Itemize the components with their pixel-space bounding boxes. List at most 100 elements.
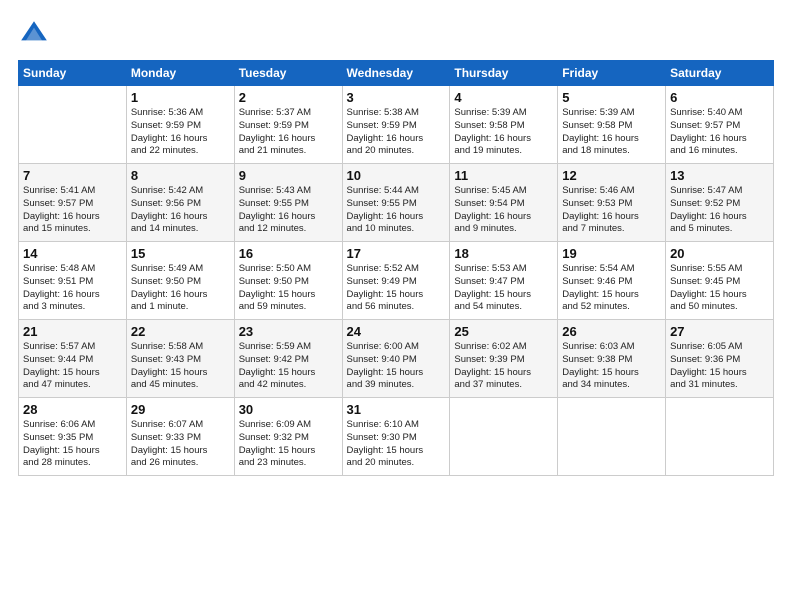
day-number: 21	[23, 324, 122, 339]
day-number: 9	[239, 168, 338, 183]
cell-content: Sunrise: 5:49 AM Sunset: 9:50 PM Dayligh…	[131, 263, 230, 314]
cell-content: Sunrise: 5:52 AM Sunset: 9:49 PM Dayligh…	[347, 263, 446, 314]
cell-content: Sunrise: 6:10 AM Sunset: 9:30 PM Dayligh…	[347, 419, 446, 470]
cell-content: Sunrise: 5:37 AM Sunset: 9:59 PM Dayligh…	[239, 107, 338, 158]
day-number: 13	[670, 168, 769, 183]
calendar-cell: 26 Sunrise: 6:03 AM Sunset: 9:38 PM Dayli…	[558, 320, 666, 398]
day-number: 4	[454, 90, 553, 105]
cell-content: Sunrise: 5:57 AM Sunset: 9:44 PM Dayligh…	[23, 341, 122, 392]
calendar-cell: 12Sunrise: 5:46 AM Sunset: 9:53 PM Dayli…	[558, 164, 666, 242]
col-header-monday: Monday	[126, 61, 234, 86]
cell-content: Sunrise: 5:42 AM Sunset: 9:56 PM Dayligh…	[131, 185, 230, 236]
week-row-2: 7 Sunrise: 5:41 AM Sunset: 9:57 PM Daylig…	[19, 164, 774, 242]
cell-content: Sunrise: 5:48 AM Sunset: 9:51 PM Dayligh…	[23, 263, 122, 314]
day-number: 7	[23, 168, 122, 183]
calendar-cell: 15 Sunrise: 5:49 AM Sunset: 9:50 PM Dayli…	[126, 242, 234, 320]
day-number: 6	[670, 90, 769, 105]
day-number: 16	[239, 246, 338, 261]
calendar-cell: 17 Sunrise: 5:52 AM Sunset: 9:49 PM Dayli…	[342, 242, 450, 320]
day-number: 23	[239, 324, 338, 339]
calendar-cell: 25 Sunrise: 6:02 AM Sunset: 9:39 PM Dayli…	[450, 320, 558, 398]
calendar-cell: 29 Sunrise: 6:07 AM Sunset: 9:33 PM Dayli…	[126, 398, 234, 476]
page: SundayMondayTuesdayWednesdayThursdayFrid…	[0, 0, 792, 486]
calendar-cell: 16 Sunrise: 5:50 AM Sunset: 9:50 PM Dayli…	[234, 242, 342, 320]
day-number: 17	[347, 246, 446, 261]
calendar-cell: 31 Sunrise: 6:10 AM Sunset: 9:30 PM Dayli…	[342, 398, 450, 476]
calendar-cell: 21 Sunrise: 5:57 AM Sunset: 9:44 PM Dayli…	[19, 320, 127, 398]
day-number: 26	[562, 324, 661, 339]
day-number: 25	[454, 324, 553, 339]
day-number: 15	[131, 246, 230, 261]
calendar-cell: 2 Sunrise: 5:37 AM Sunset: 9:59 PM Daylig…	[234, 86, 342, 164]
calendar-cell	[450, 398, 558, 476]
calendar-cell: 24 Sunrise: 6:00 AM Sunset: 9:40 PM Dayli…	[342, 320, 450, 398]
week-row-5: 28 Sunrise: 6:06 AM Sunset: 9:35 PM Dayli…	[19, 398, 774, 476]
col-header-thursday: Thursday	[450, 61, 558, 86]
day-number: 11	[454, 168, 553, 183]
day-number: 19	[562, 246, 661, 261]
calendar-cell: 14 Sunrise: 5:48 AM Sunset: 9:51 PM Dayli…	[19, 242, 127, 320]
week-row-4: 21 Sunrise: 5:57 AM Sunset: 9:44 PM Dayli…	[19, 320, 774, 398]
calendar-cell: 27 Sunrise: 6:05 AM Sunset: 9:36 PM Dayli…	[666, 320, 774, 398]
day-number: 18	[454, 246, 553, 261]
cell-content: Sunrise: 6:07 AM Sunset: 9:33 PM Dayligh…	[131, 419, 230, 470]
header	[18, 18, 774, 50]
col-header-sunday: Sunday	[19, 61, 127, 86]
cell-content: Sunrise: 6:02 AM Sunset: 9:39 PM Dayligh…	[454, 341, 553, 392]
cell-content: Sunrise: 5:39 AM Sunset: 9:58 PM Dayligh…	[562, 107, 661, 158]
day-number: 20	[670, 246, 769, 261]
cell-content: Sunrise: 5:47 AM Sunset: 9:52 PM Dayligh…	[670, 185, 769, 236]
cell-content: Sunrise: 5:44 AM Sunset: 9:55 PM Dayligh…	[347, 185, 446, 236]
day-number: 2	[239, 90, 338, 105]
calendar-cell: 7 Sunrise: 5:41 AM Sunset: 9:57 PM Daylig…	[19, 164, 127, 242]
cell-content: Sunrise: 6:05 AM Sunset: 9:36 PM Dayligh…	[670, 341, 769, 392]
cell-content: Sunrise: 6:09 AM Sunset: 9:32 PM Dayligh…	[239, 419, 338, 470]
col-header-friday: Friday	[558, 61, 666, 86]
calendar-cell: 22Sunrise: 5:58 AM Sunset: 9:43 PM Dayli…	[126, 320, 234, 398]
calendar-cell: 9 Sunrise: 5:43 AM Sunset: 9:55 PM Daylig…	[234, 164, 342, 242]
col-header-tuesday: Tuesday	[234, 61, 342, 86]
cell-content: Sunrise: 5:45 AM Sunset: 9:54 PM Dayligh…	[454, 185, 553, 236]
calendar-table: SundayMondayTuesdayWednesdayThursdayFrid…	[18, 60, 774, 476]
day-number: 31	[347, 402, 446, 417]
day-number: 28	[23, 402, 122, 417]
day-number: 29	[131, 402, 230, 417]
day-number: 8	[131, 168, 230, 183]
cell-content: Sunrise: 5:55 AM Sunset: 9:45 PM Dayligh…	[670, 263, 769, 314]
cell-content: Sunrise: 5:41 AM Sunset: 9:57 PM Dayligh…	[23, 185, 122, 236]
cell-content: Sunrise: 5:54 AM Sunset: 9:46 PM Dayligh…	[562, 263, 661, 314]
calendar-cell	[19, 86, 127, 164]
calendar-cell: 19 Sunrise: 5:54 AM Sunset: 9:46 PM Dayli…	[558, 242, 666, 320]
cell-content: Sunrise: 5:43 AM Sunset: 9:55 PM Dayligh…	[239, 185, 338, 236]
calendar-cell: 28 Sunrise: 6:06 AM Sunset: 9:35 PM Dayli…	[19, 398, 127, 476]
day-number: 14	[23, 246, 122, 261]
cell-content: Sunrise: 5:38 AM Sunset: 9:59 PM Dayligh…	[347, 107, 446, 158]
cell-content: Sunrise: 6:06 AM Sunset: 9:35 PM Dayligh…	[23, 419, 122, 470]
cell-content: Sunrise: 6:00 AM Sunset: 9:40 PM Dayligh…	[347, 341, 446, 392]
cell-content: Sunrise: 6:03 AM Sunset: 9:38 PM Dayligh…	[562, 341, 661, 392]
calendar-cell: 4 Sunrise: 5:39 AM Sunset: 9:58 PM Daylig…	[450, 86, 558, 164]
day-number: 1	[131, 90, 230, 105]
calendar-cell	[558, 398, 666, 476]
cell-content: Sunrise: 5:40 AM Sunset: 9:57 PM Dayligh…	[670, 107, 769, 158]
cell-content: Sunrise: 5:59 AM Sunset: 9:42 PM Dayligh…	[239, 341, 338, 392]
calendar-cell: 11 Sunrise: 5:45 AM Sunset: 9:54 PM Dayli…	[450, 164, 558, 242]
cell-content: Sunrise: 5:53 AM Sunset: 9:47 PM Dayligh…	[454, 263, 553, 314]
cell-content: Sunrise: 5:36 AM Sunset: 9:59 PM Dayligh…	[131, 107, 230, 158]
day-number: 27	[670, 324, 769, 339]
col-header-saturday: Saturday	[666, 61, 774, 86]
calendar-cell: 3Sunrise: 5:38 AM Sunset: 9:59 PM Daylig…	[342, 86, 450, 164]
calendar-cell	[666, 398, 774, 476]
calendar-cell: 1 Sunrise: 5:36 AM Sunset: 9:59 PM Daylig…	[126, 86, 234, 164]
calendar-cell: 10Sunrise: 5:44 AM Sunset: 9:55 PM Dayli…	[342, 164, 450, 242]
day-number: 24	[347, 324, 446, 339]
day-number: 30	[239, 402, 338, 417]
day-number: 12	[562, 168, 661, 183]
day-number: 5	[562, 90, 661, 105]
calendar-cell: 30 Sunrise: 6:09 AM Sunset: 9:32 PM Dayli…	[234, 398, 342, 476]
calendar-cell: 6 Sunrise: 5:40 AM Sunset: 9:57 PM Daylig…	[666, 86, 774, 164]
cell-content: Sunrise: 5:39 AM Sunset: 9:58 PM Dayligh…	[454, 107, 553, 158]
cell-content: Sunrise: 5:50 AM Sunset: 9:50 PM Dayligh…	[239, 263, 338, 314]
week-row-1: 1 Sunrise: 5:36 AM Sunset: 9:59 PM Daylig…	[19, 86, 774, 164]
calendar-cell: 5 Sunrise: 5:39 AM Sunset: 9:58 PM Daylig…	[558, 86, 666, 164]
